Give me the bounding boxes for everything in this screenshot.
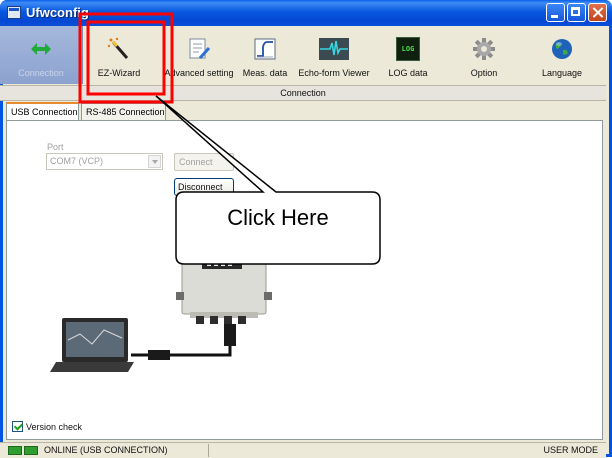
checkbox-check-icon[interactable] <box>12 421 23 432</box>
version-check-label: Version check <box>26 422 83 432</box>
callout-text: Click Here <box>227 205 329 230</box>
status-led-icon <box>24 446 38 455</box>
usb-cable <box>131 346 232 357</box>
user-mode-text: USER MODE <box>543 445 598 455</box>
laptop-illustration <box>50 318 134 372</box>
usb-converter <box>148 350 170 360</box>
status-led-icon <box>8 446 22 455</box>
status-divider <box>208 444 209 457</box>
callout-bubble <box>155 95 381 265</box>
highlight-inner-box <box>86 20 166 96</box>
status-bar: ONLINE (USB CONNECTION) USER MODE <box>0 442 606 458</box>
version-check-checkbox[interactable]: Version check <box>12 421 82 432</box>
connection-status-text: ONLINE (USB CONNECTION) <box>44 445 168 455</box>
cable-connector <box>224 324 236 346</box>
highlight-outer-box <box>78 12 174 104</box>
